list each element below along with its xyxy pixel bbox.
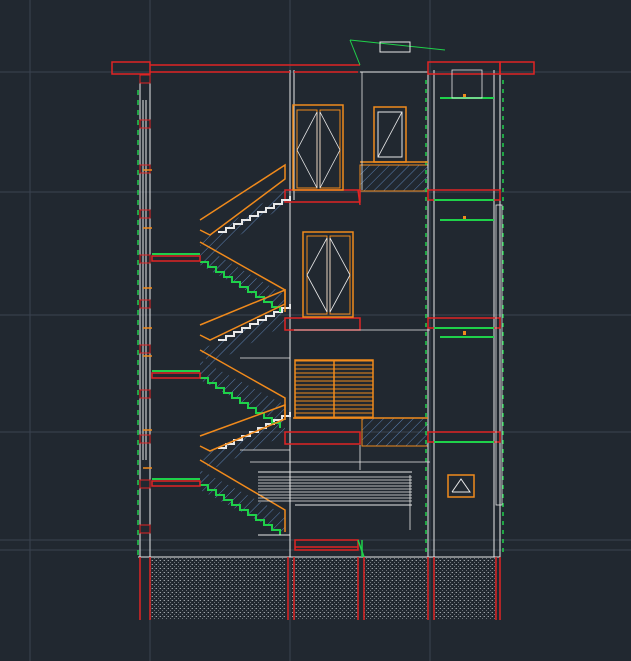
- roof-skylight: [349, 39, 361, 66]
- left-wall-tie: [139, 164, 151, 174]
- ground-beam: [294, 539, 359, 551]
- left-wall-tie: [139, 209, 151, 219]
- footing-fill: [292, 557, 358, 619]
- door-leaf: [329, 235, 351, 315]
- left-wall-tie: [139, 479, 151, 489]
- right-column: [495, 204, 503, 506]
- left-wall-tie: [139, 119, 151, 129]
- double-door-mid: [302, 231, 354, 318]
- left-wall-tie: [139, 524, 151, 534]
- left-wall-tie: [139, 254, 151, 264]
- landing-beam: [151, 372, 201, 379]
- ground-step: [357, 539, 365, 558]
- footing-fill: [150, 557, 286, 619]
- door-swing: [319, 111, 341, 189]
- double-door-top: [292, 104, 344, 191]
- door-leaf: [306, 235, 328, 315]
- landing-beam: [151, 255, 201, 262]
- left-wall-tie: [139, 434, 151, 444]
- floor-slab: [284, 317, 361, 331]
- door-leaf: [296, 109, 318, 189]
- landing-beam: [151, 480, 201, 487]
- footing-fill: [434, 557, 496, 619]
- void-marker: [463, 331, 466, 335]
- left-wall-tie: [139, 299, 151, 309]
- door-swing: [306, 237, 328, 313]
- floor-slabs: [111, 39, 535, 551]
- left-wall-tie: [139, 74, 151, 84]
- small-window-triangle: [451, 478, 471, 493]
- left-wall-tie: [139, 389, 151, 399]
- slab-hatch: [359, 164, 429, 192]
- footing-fill: [364, 557, 428, 619]
- door-leaf: [319, 109, 341, 189]
- floor-slab-right: [427, 431, 501, 443]
- floor-slab: [284, 431, 361, 445]
- foundation-footings: [138, 556, 501, 620]
- door-swing: [329, 237, 351, 313]
- left-wall-tie: [139, 344, 151, 354]
- slab-hatch: [361, 417, 429, 447]
- door-swing: [296, 111, 318, 189]
- stair-flight-hatch: [200, 420, 285, 470]
- window-diagonal: [377, 111, 403, 158]
- section-drawing: [0, 0, 631, 661]
- floor-slab-right: [427, 317, 501, 329]
- stair-flight-hatch: [200, 360, 285, 425]
- cad-viewport[interactable]: [0, 0, 631, 661]
